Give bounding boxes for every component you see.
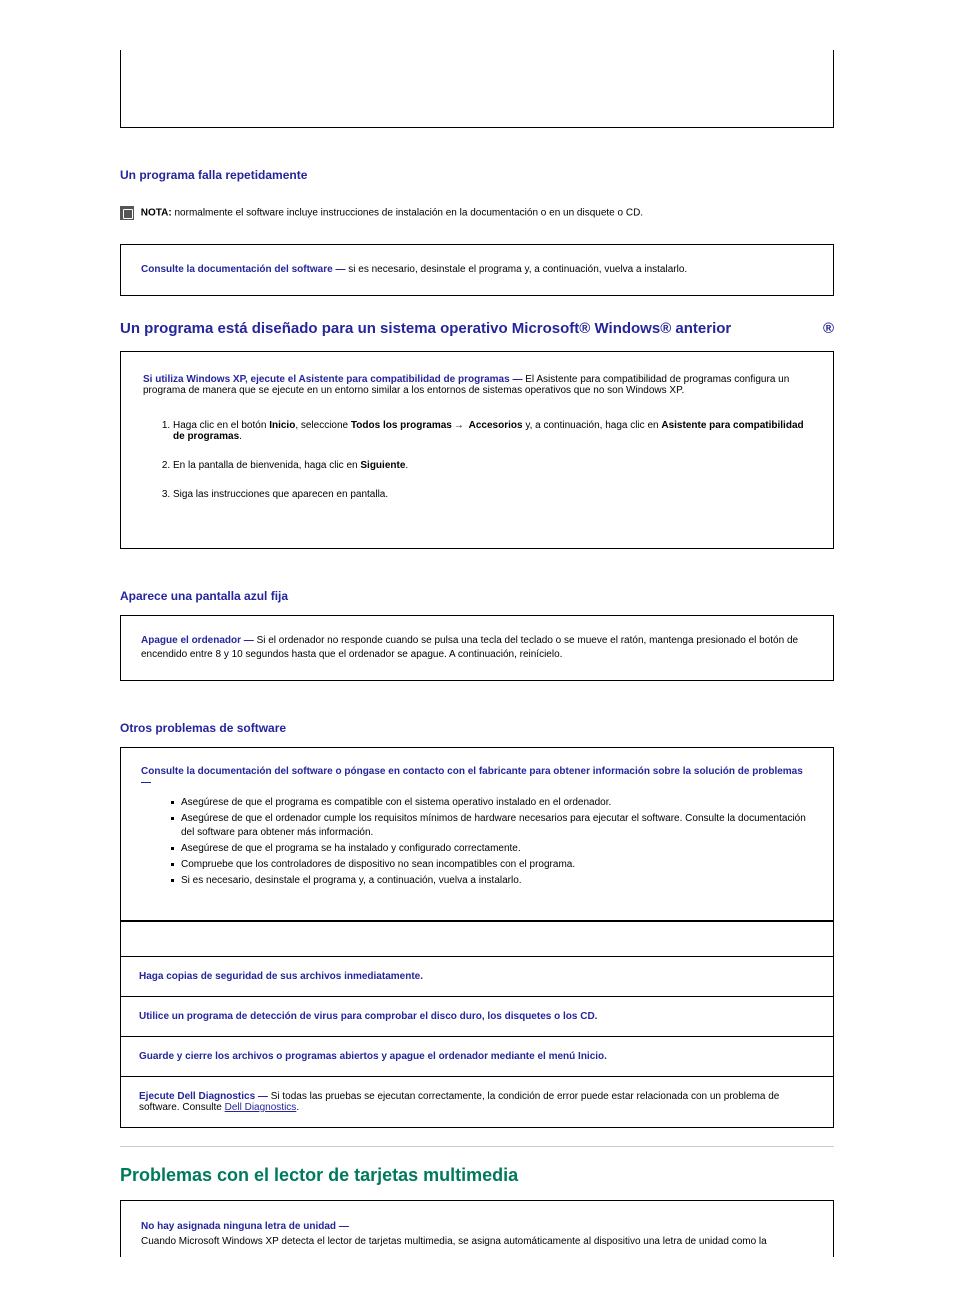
- ol-li-2: En la pantalla de bienvenida, haga clic …: [173, 460, 811, 471]
- note-text: normalmente el software incluye instrucc…: [174, 208, 643, 219]
- box-no-drive-letter: No hay asignada ninguna letra de unidad …: [120, 1200, 834, 1257]
- li1b: Inicio: [269, 420, 295, 431]
- ol-li-3: Siga las instrucciones que aparecen en p…: [173, 489, 811, 500]
- h2-media-card-reader: Problemas con el lector de tarjetas mult…: [120, 1165, 834, 1186]
- horizontal-rule: [120, 1146, 834, 1147]
- big-head-text: Un programa está diseñado para un sistem…: [120, 320, 731, 337]
- box-consulte-doc: Consulte la documentación del software —…: [120, 244, 834, 296]
- note-icon: [120, 206, 134, 220]
- right-reg: ®: [823, 320, 834, 337]
- li1h: .: [239, 431, 242, 442]
- ol-li-1: Haga clic en el botón Inicio, seleccione…: [173, 420, 811, 442]
- li1f: y, a continuación, haga clic en: [525, 420, 658, 431]
- li1d: Todos los programas: [351, 420, 452, 431]
- section-head-blue-screen: Aparece una pantalla azul fija: [120, 589, 834, 603]
- arrow-icon: →: [454, 420, 464, 431]
- stack-r4a: Ejecute Dell Diagnostics —: [139, 1091, 268, 1102]
- li2b: Siguiente: [360, 460, 405, 471]
- boxopen-text: Cuando Microsoft Windows XP detecta el l…: [141, 1234, 813, 1249]
- stack-r4c: .: [296, 1102, 299, 1113]
- note-line: NOTA: normalmente el software incluye in…: [120, 206, 834, 220]
- box-apague: Apague el ordenador — Si el ordenador no…: [120, 615, 834, 681]
- box1-lead: Consulte la documentación del software —: [141, 264, 345, 275]
- note-label: NOTA:: [141, 208, 172, 219]
- stack-r3a: Guarde y cierre los archivos o programas…: [139, 1051, 575, 1062]
- li1c: , seleccione: [295, 420, 348, 431]
- stack-borders: Haga copias de seguridad de sus archivos…: [120, 921, 834, 1128]
- stack-r1: Haga copias de seguridad de sus archivos…: [120, 957, 834, 997]
- olbox-lead: Si utiliza Windows XP, ejecute el Asiste…: [143, 374, 522, 385]
- section-head-other-sw: Otros problemas de software: [120, 721, 834, 735]
- multi-li-a: Asegúrese de que el programa es compatib…: [171, 796, 813, 810]
- li1a: Haga clic en el botón: [173, 420, 266, 431]
- stack-blank: [120, 921, 834, 957]
- multi-lead: Consulte la documentación del software o…: [141, 766, 813, 788]
- multi-li-b: Asegúrese de que el ordenador cumple los…: [171, 812, 813, 840]
- box-multi-troubleshoot: Consulte la documentación del software o…: [120, 747, 834, 921]
- li2a: En la pantalla de bienvenida, haga clic …: [173, 460, 358, 471]
- box-azul-lead: Apague el ordenador —: [141, 635, 254, 646]
- dell-diagnostics-link[interactable]: Dell Diagnostics: [225, 1102, 297, 1113]
- li1e: Accesorios: [469, 420, 523, 431]
- big-head-older-os: Un programa está diseñado para un sistem…: [120, 320, 834, 337]
- boxopen-lead: No hay asignada ninguna letra de unidad: [141, 1221, 336, 1232]
- multi-li-d: Compruebe que los controladores de dispo…: [171, 858, 813, 872]
- section-head-program-fails: Un programa falla repetidamente: [120, 168, 834, 182]
- stack-r3: Guarde y cierre los archivos o programas…: [120, 1037, 834, 1077]
- boxopen-dash: —: [339, 1221, 349, 1232]
- box1-text: si es necesario, desinstale el programa …: [348, 264, 687, 275]
- ol-box-compat-wizard: Si utiliza Windows XP, ejecute el Asiste…: [120, 351, 834, 549]
- multi-li-c: Asegúrese de que el programa se ha insta…: [171, 842, 813, 856]
- stack-r3b: Inicio.: [578, 1051, 607, 1062]
- stack-r4: Ejecute Dell Diagnostics — Si todas las …: [120, 1077, 834, 1128]
- li2c: .: [405, 460, 408, 471]
- multi-li-e: Si es necesario, desinstale el programa …: [171, 874, 813, 888]
- top-empty-box: [120, 50, 834, 128]
- stack-r2: Utilice un programa de detección de viru…: [120, 997, 834, 1037]
